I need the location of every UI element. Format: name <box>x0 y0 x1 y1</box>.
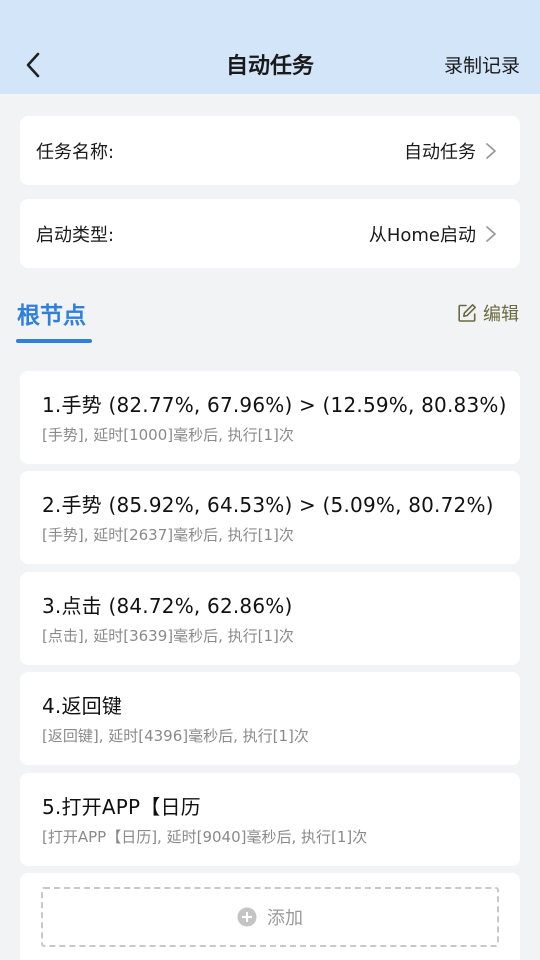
app-header: 自动任务 录制记录 <box>0 0 540 94</box>
task-name-value: 自动任务 <box>404 141 476 163</box>
tab-indicator <box>16 339 92 343</box>
task-description: [手势], 延时[1000]毫秒后, 执行[1]次 <box>42 426 294 444</box>
task-item[interactable]: 4.返回键 [返回键], 延时[4396]毫秒后, 执行[1]次 <box>20 672 520 765</box>
start-type-label: 启动类型: <box>36 224 115 246</box>
task-name-label: 任务名称: <box>36 141 115 163</box>
task-title: 2.手势 (85.92%, 64.53%) > (5.09%, 80.72%) <box>42 493 494 517</box>
tab-root-node[interactable]: 根节点 <box>17 296 86 330</box>
task-item[interactable]: 2.手势 (85.92%, 64.53%) > (5.09%, 80.72%) … <box>20 471 520 564</box>
task-title: 3.点击 (84.72%, 62.86%) <box>42 594 293 618</box>
task-item[interactable]: 1.手势 (82.77%, 67.96%) > (12.59%, 80.83%)… <box>20 371 520 464</box>
start-type-value-group: 从Home启动 <box>369 221 498 247</box>
edit-icon <box>458 304 476 322</box>
task-description: [手势], 延时[2637]毫秒后, 执行[1]次 <box>42 526 294 544</box>
task-name-value-group: 自动任务 <box>404 138 498 164</box>
task-title: 1.手势 (82.77%, 67.96%) > (12.59%, 80.83%) <box>42 393 507 417</box>
chevron-right-icon <box>486 142 496 159</box>
task-item[interactable]: 5.打开APP【日历 [打开APP【日历], 延时[9040]毫秒后, 执行[1… <box>20 773 520 866</box>
start-type-row[interactable]: 启动类型: 从Home启动 <box>20 199 520 268</box>
task-title: 5.打开APP【日历 <box>42 795 201 819</box>
task-item[interactable]: 3.点击 (84.72%, 62.86%) [点击], 延时[3639]毫秒后,… <box>20 572 520 665</box>
task-name-row[interactable]: 任务名称: 自动任务 <box>20 116 520 185</box>
plus-circle-icon <box>237 907 257 927</box>
start-type-value: 从Home启动 <box>368 224 476 246</box>
add-card: 添加 <box>20 873 520 960</box>
edit-label: 编辑 <box>483 304 519 325</box>
task-description: [打开APP【日历], 延时[9040]毫秒后, 执行[1]次 <box>42 828 368 846</box>
edit-button[interactable]: 编辑 <box>457 300 519 326</box>
chevron-right-icon <box>486 225 496 242</box>
add-button[interactable]: 添加 <box>41 887 499 947</box>
add-label: 添加 <box>267 908 303 929</box>
task-description: [点击], 延时[3639]毫秒后, 执行[1]次 <box>42 627 294 645</box>
task-title: 4.返回键 <box>42 694 123 718</box>
record-history-button[interactable]: 录制记录 <box>444 51 520 78</box>
task-description: [返回键], 延时[4396]毫秒后, 执行[1]次 <box>42 727 309 745</box>
